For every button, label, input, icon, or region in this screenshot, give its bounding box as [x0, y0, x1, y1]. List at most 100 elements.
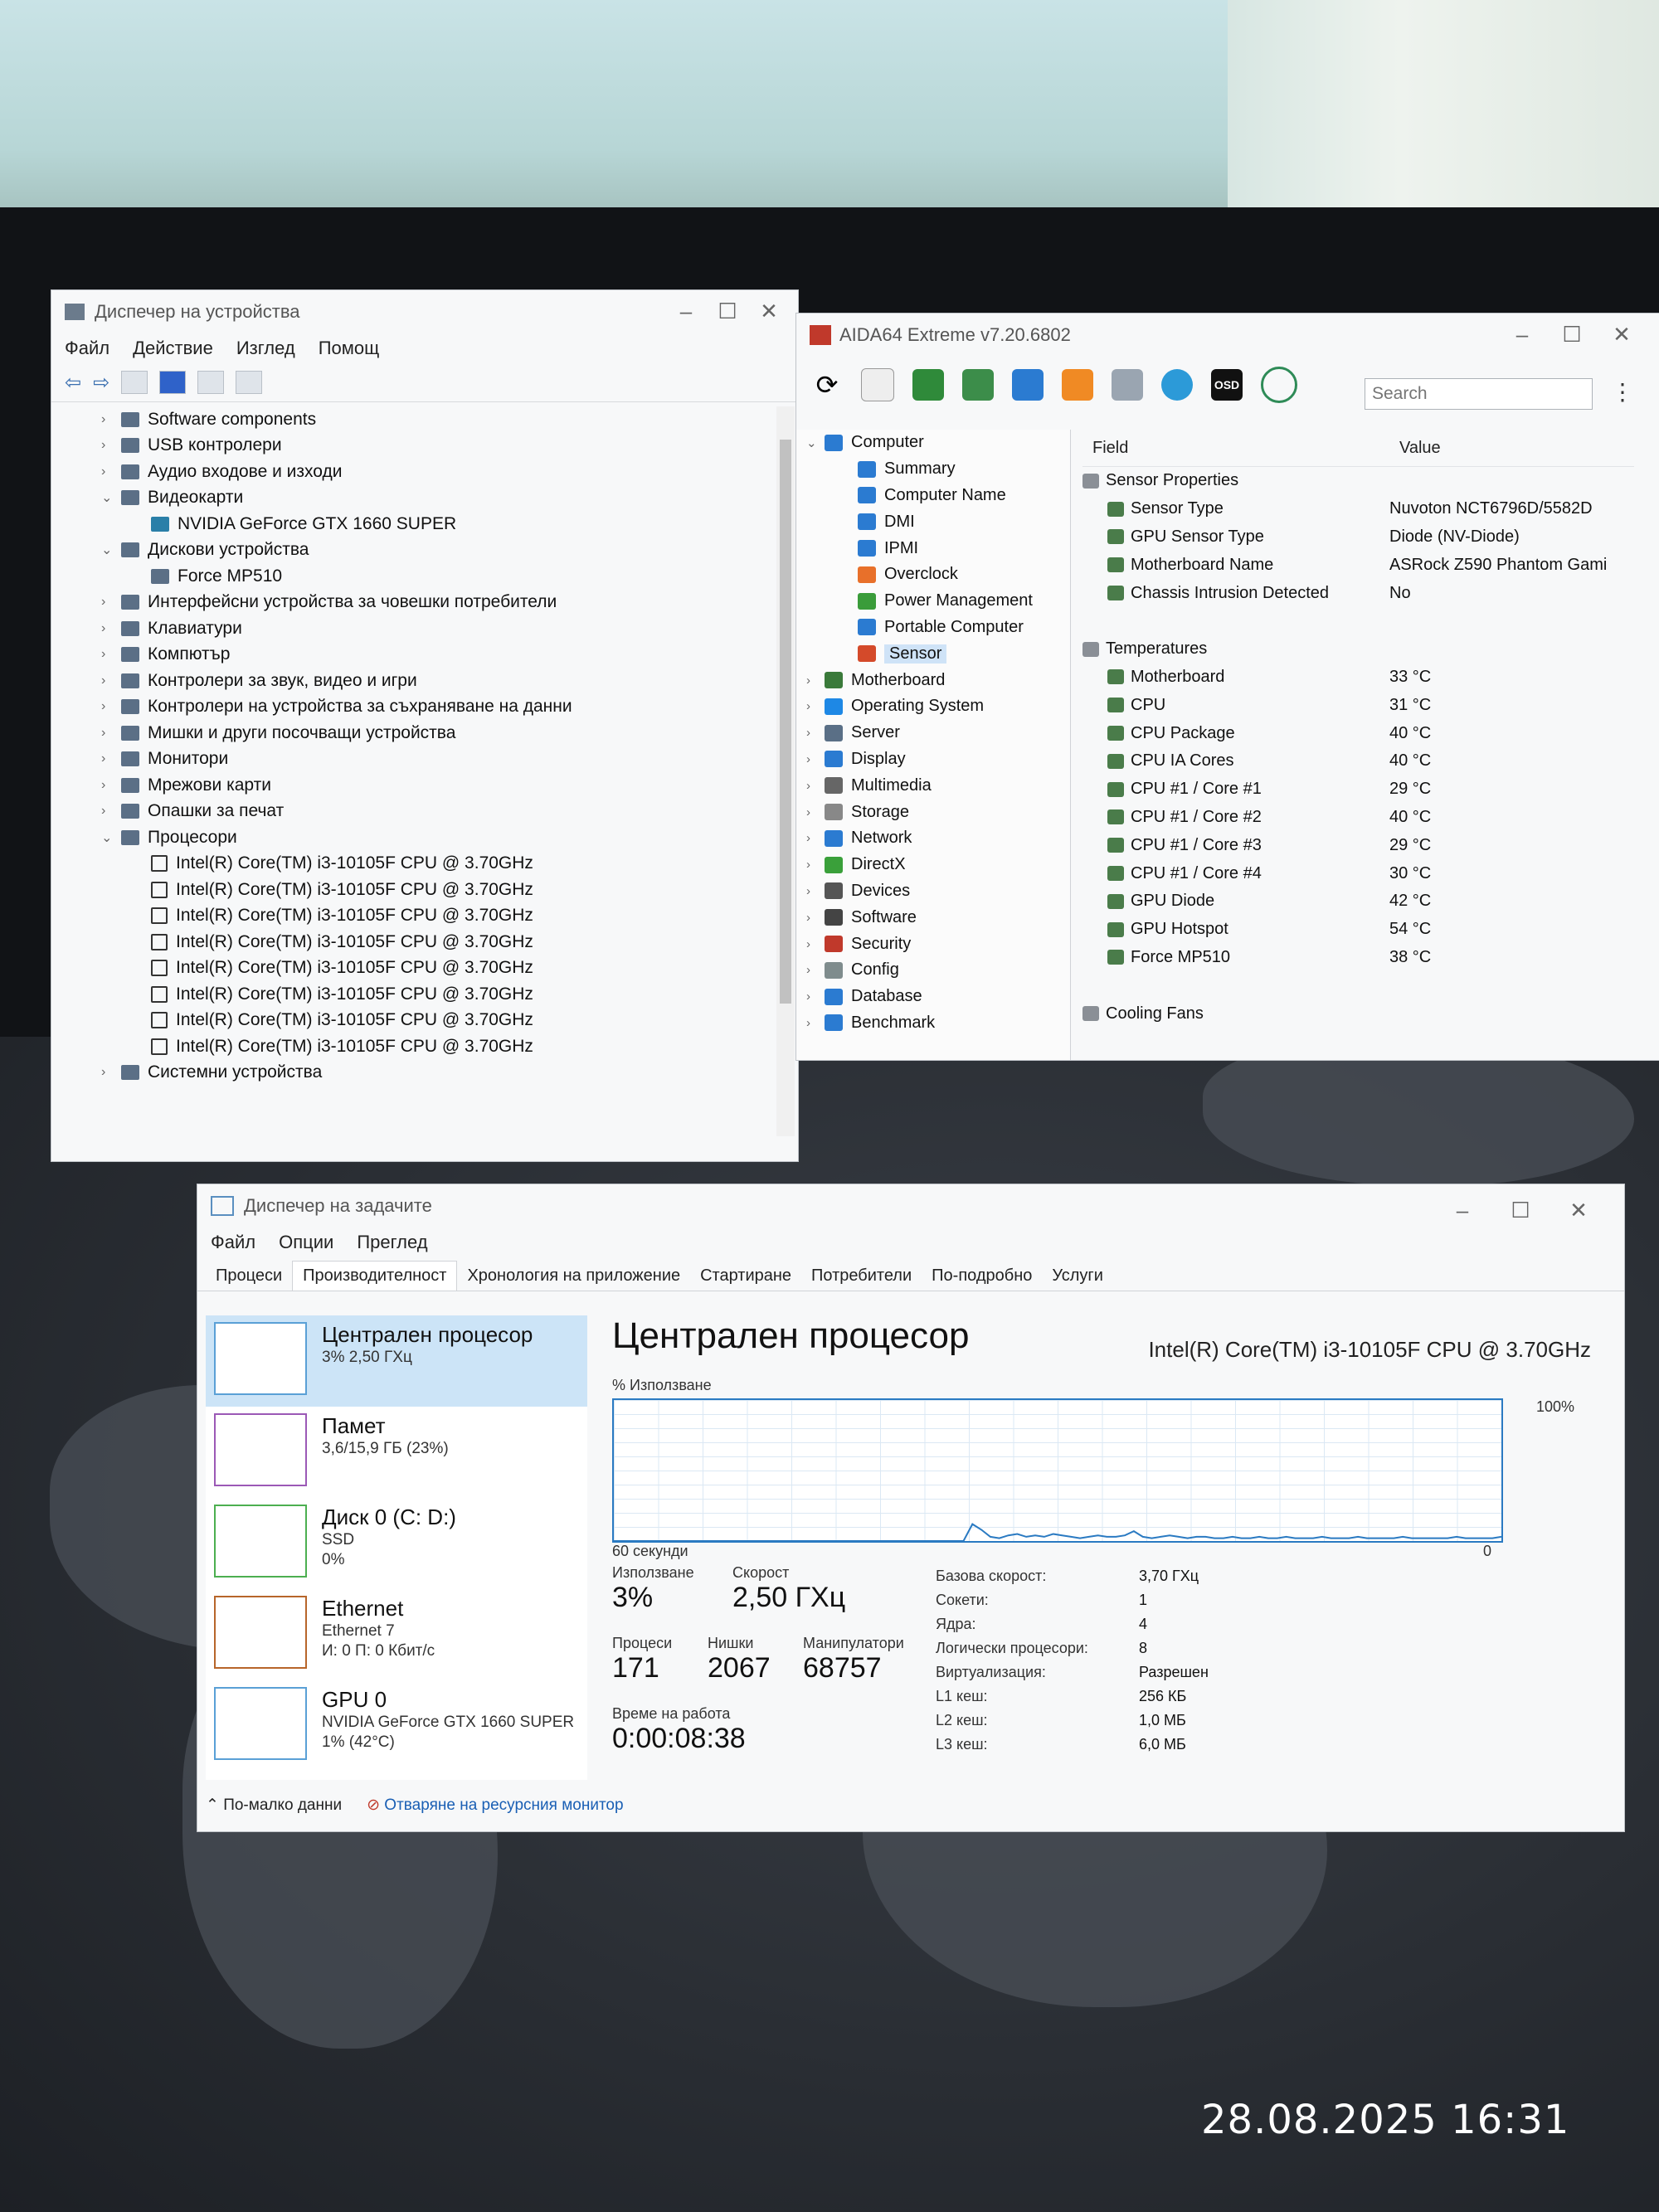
- device-tree-item[interactable]: Force MP510: [101, 563, 773, 590]
- device-tree-item[interactable]: › Мишки и други посочващи устройства: [101, 720, 773, 746]
- menu-file[interactable]: Файл: [211, 1232, 255, 1253]
- chevron-right-icon[interactable]: ›: [796, 989, 825, 1004]
- aida-tree-item[interactable]: Overclock: [796, 562, 1070, 588]
- device-tree-item[interactable]: › USB контролери: [101, 433, 773, 459]
- chevron-right-icon[interactable]: ›: [101, 621, 121, 636]
- sensor-row[interactable]: Motherboard Name ASRock Z590 Phantom Gami: [1082, 551, 1634, 579]
- chevron-right-icon[interactable]: ›: [796, 937, 825, 951]
- back-arrow-icon[interactable]: ⇦: [65, 371, 81, 395]
- device-tree-item[interactable]: › Контролери на устройства за съхраняване…: [101, 694, 773, 721]
- chevron-right-icon[interactable]: ›: [796, 1016, 825, 1030]
- chevron-down-icon[interactable]: ⌄: [101, 542, 121, 558]
- osd-icon[interactable]: OSD: [1211, 369, 1243, 401]
- device-tree-item[interactable]: Intel(R) Core(TM) i3-10105F CPU @ 3.70GH…: [101, 903, 773, 930]
- tab-startup[interactable]: Стартиране: [690, 1262, 801, 1291]
- chevron-right-icon[interactable]: ›: [101, 726, 121, 741]
- close-button[interactable]: ✕: [1566, 1198, 1591, 1223]
- chevron-right-icon[interactable]: ›: [101, 673, 121, 688]
- close-button[interactable]: ✕: [1609, 322, 1634, 348]
- sensor-row[interactable]: Force MP510 38 °C: [1082, 944, 1634, 972]
- device-tree-item[interactable]: NVIDIA GeForce GTX 1660 SUPER: [101, 511, 773, 537]
- chevron-right-icon[interactable]: ›: [101, 464, 121, 479]
- more-options-icon[interactable]: ⋮: [1611, 378, 1634, 406]
- tab-services[interactable]: Услуги: [1042, 1262, 1113, 1291]
- chevron-right-icon[interactable]: ›: [101, 804, 121, 819]
- aida-tree-item[interactable]: Power Management: [796, 588, 1070, 615]
- chevron-right-icon[interactable]: ›: [101, 699, 121, 714]
- device-tree-item[interactable]: Intel(R) Core(TM) i3-10105F CPU @ 3.70GH…: [101, 1033, 773, 1060]
- device-tree-item[interactable]: Intel(R) Core(TM) i3-10105F CPU @ 3.70GH…: [101, 851, 773, 878]
- sensor-row[interactable]: GPU Diode 42 °C: [1082, 887, 1634, 916]
- chevron-right-icon[interactable]: ›: [101, 438, 121, 453]
- vertical-scrollbar[interactable]: [776, 406, 795, 1136]
- device-tree-item[interactable]: › Аудио входове и изходи: [101, 459, 773, 485]
- help-icon[interactable]: [159, 371, 187, 394]
- performance-resource-card[interactable]: GPU 0 NVIDIA GeForce GTX 1660 SUPER 1% (42…: [206, 1680, 587, 1772]
- fewer-details-button[interactable]: ⌃ По-малко данни: [206, 1796, 342, 1815]
- tab-processes[interactable]: Процеси: [206, 1262, 292, 1291]
- chevron-right-icon[interactable]: ›: [796, 699, 825, 713]
- tools-icon[interactable]: [1112, 369, 1143, 401]
- device-tree-item[interactable]: › Системни устройства: [101, 1060, 773, 1087]
- tab-users[interactable]: Потребители: [801, 1262, 922, 1291]
- gauge-icon[interactable]: [1261, 367, 1297, 403]
- sensor-row[interactable]: CPU IA Cores 40 °C: [1082, 747, 1634, 775]
- open-resource-monitor-link[interactable]: ⊘ Отваряне на ресурсния монитор: [367, 1796, 623, 1815]
- performance-resource-card[interactable]: Диск 0 (C: D:) SSD 0%: [206, 1498, 587, 1589]
- sensor-row[interactable]: GPU Sensor Type Diode (NV-Diode): [1082, 523, 1634, 552]
- tab-details[interactable]: По-подробно: [922, 1262, 1042, 1291]
- sensor-row[interactable]: CPU #1 / Core #4 30 °C: [1082, 859, 1634, 887]
- device-tree-item[interactable]: › Опашки за печат: [101, 799, 773, 825]
- menu-help[interactable]: Помощ: [319, 338, 380, 359]
- chevron-right-icon[interactable]: ›: [101, 647, 121, 662]
- aida-tree-item[interactable]: › Security: [796, 931, 1070, 957]
- aida-tree-item[interactable]: › Software: [796, 904, 1070, 931]
- chevron-right-icon[interactable]: ›: [796, 831, 825, 845]
- aida-tree-item[interactable]: Summary: [796, 456, 1070, 483]
- chevron-right-icon[interactable]: ›: [101, 778, 121, 793]
- update-driver-icon[interactable]: [197, 371, 225, 394]
- close-button[interactable]: ✕: [757, 299, 781, 324]
- report-icon[interactable]: [861, 368, 894, 401]
- device-tree-item[interactable]: Intel(R) Core(TM) i3-10105F CPU @ 3.70GH…: [101, 981, 773, 1008]
- aida-tree-item[interactable]: Sensor: [796, 640, 1070, 667]
- maximize-button[interactable]: ☐: [1559, 322, 1584, 348]
- device-tree-item[interactable]: Intel(R) Core(TM) i3-10105F CPU @ 3.70GH…: [101, 877, 773, 903]
- device-tree-item[interactable]: › Интерфейсни устройства за човешки потре…: [101, 590, 773, 616]
- sensor-group[interactable]: Sensor Properties: [1082, 467, 1634, 495]
- device-tree-item[interactable]: › Клавиатури: [101, 615, 773, 642]
- chevron-right-icon[interactable]: ›: [796, 752, 825, 766]
- device-tree-item[interactable]: › Software components: [101, 406, 773, 433]
- device-tree-item[interactable]: ⌄ Видеокарти: [101, 485, 773, 512]
- performance-resource-card[interactable]: Памет 3,6/15,9 ГБ (23%): [206, 1407, 587, 1498]
- device-tree-item[interactable]: Intel(R) Core(TM) i3-10105F CPU @ 3.70GH…: [101, 955, 773, 982]
- device-tree-item[interactable]: ⌄ Дискови устройства: [101, 537, 773, 564]
- aida-tree-item[interactable]: › Devices: [796, 878, 1070, 905]
- aida-tree-item[interactable]: › Network: [796, 825, 1070, 852]
- sensor-group[interactable]: Cooling Fans: [1082, 999, 1634, 1028]
- chevron-down-icon[interactable]: ⌄: [796, 435, 825, 450]
- performance-resource-card[interactable]: Централен процесор 3% 2,50 ГХц: [206, 1315, 587, 1407]
- menu-view[interactable]: Изглед: [236, 338, 295, 359]
- performance-resource-card[interactable]: Ethernet Ethernet 7 И: 0 П: 0 Кбит/с: [206, 1589, 587, 1680]
- menu-options[interactable]: Опции: [279, 1232, 333, 1253]
- device-tree-item[interactable]: Intel(R) Core(TM) i3-10105F CPU @ 3.70GH…: [101, 1008, 773, 1034]
- aida-tree-item[interactable]: ⌄ Computer: [796, 430, 1070, 456]
- chevron-right-icon[interactable]: ›: [796, 805, 825, 819]
- sensor-row[interactable]: Motherboard 33 °C: [1082, 664, 1634, 692]
- device-tree-item[interactable]: › Монитори: [101, 746, 773, 773]
- motherboard-icon[interactable]: [962, 369, 994, 401]
- column-field[interactable]: Field: [1082, 439, 1399, 458]
- forward-arrow-icon[interactable]: ⇨: [93, 371, 109, 395]
- monitor-icon[interactable]: [236, 371, 263, 394]
- aida-tree-item[interactable]: › Storage: [796, 799, 1070, 825]
- sensor-row[interactable]: CPU 31 °C: [1082, 691, 1634, 719]
- sensor-row[interactable]: Chassis Intrusion Detected No: [1082, 579, 1634, 607]
- sensor-row[interactable]: CPU #1 / Core #1 29 °C: [1082, 775, 1634, 804]
- chevron-right-icon[interactable]: ›: [101, 751, 121, 766]
- aida-tree-item[interactable]: › Config: [796, 957, 1070, 984]
- aida-tree-item[interactable]: › DirectX: [796, 852, 1070, 878]
- scrollbar-thumb[interactable]: [780, 440, 791, 1004]
- aida-tree-item[interactable]: › Benchmark: [796, 1010, 1070, 1037]
- properties-icon[interactable]: [121, 371, 148, 394]
